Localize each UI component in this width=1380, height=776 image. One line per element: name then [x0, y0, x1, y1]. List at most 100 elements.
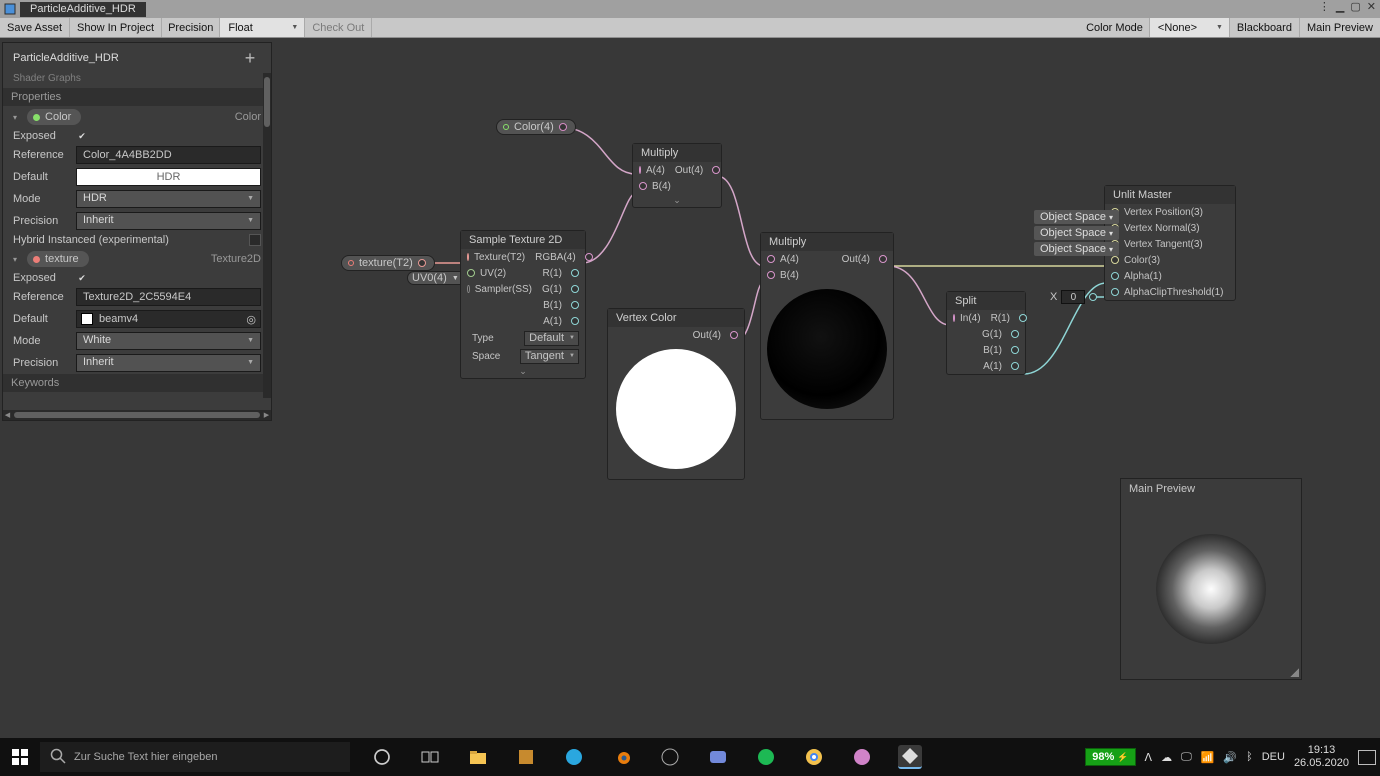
scrollbar-thumb[interactable] [14, 412, 260, 418]
property-chip[interactable]: texture [27, 251, 89, 267]
chrome-icon[interactable] [802, 745, 826, 769]
expand-icon[interactable]: ⌄ [633, 194, 721, 207]
object-space-dropdown[interactable]: Object Space [1034, 210, 1119, 224]
color-property-node[interactable]: Color(4) [496, 119, 576, 135]
window-close-icon[interactable]: ✕ [1367, 0, 1376, 13]
multiply-node-2[interactable]: Multiply A(4)Out(4) B(4) [760, 232, 894, 420]
hybrid-checkbox[interactable] [249, 234, 261, 246]
monitor-icon[interactable]: 🖵 [1181, 751, 1192, 764]
output-port[interactable] [1011, 330, 1019, 338]
blender-icon[interactable] [610, 745, 634, 769]
window-minimize-icon[interactable]: ▁ [1336, 0, 1344, 13]
object-space-dropdown[interactable]: Object Space [1034, 226, 1119, 240]
exposed-checkbox[interactable]: ✔ [76, 130, 88, 142]
color-mode-dropdown[interactable]: <None> [1149, 18, 1229, 37]
input-port[interactable] [767, 255, 775, 263]
graph-workspace[interactable]: ParticleAdditive_HDR + Shader Graphs Pro… [0, 38, 1380, 738]
output-port[interactable] [1089, 293, 1097, 301]
panel-horizontal-scrollbar[interactable]: ◀ ▶ [3, 410, 271, 420]
mode-select[interactable]: HDR [76, 190, 261, 208]
skype-icon[interactable] [562, 745, 586, 769]
input-port[interactable] [1111, 256, 1119, 264]
sample-texture-node[interactable]: Sample Texture 2D Texture(T2)RGBA(4) UV(… [460, 230, 586, 379]
unity-icon[interactable] [898, 745, 922, 769]
window-title-tab[interactable]: ParticleAdditive_HDR [20, 2, 146, 17]
volume-icon[interactable]: 🔊 [1223, 751, 1237, 764]
cortana-icon[interactable] [370, 745, 394, 769]
window-menu-icon[interactable]: ⋮ [1319, 0, 1330, 13]
scroll-left-icon[interactable]: ◀ [3, 411, 12, 419]
tray-chevron-icon[interactable]: ᐱ [1145, 751, 1153, 764]
main-preview-toggle-button[interactable]: Main Preview [1300, 18, 1380, 37]
float-value-input[interactable] [1061, 290, 1085, 304]
spotify-icon[interactable] [754, 745, 778, 769]
discord-icon[interactable] [706, 745, 730, 769]
output-port[interactable] [1011, 362, 1019, 370]
precision-dropdown[interactable]: Float [220, 18, 305, 37]
output-port[interactable] [571, 317, 579, 325]
output-port[interactable] [1019, 314, 1027, 322]
input-port[interactable] [1111, 272, 1119, 280]
reference-input[interactable] [76, 146, 261, 164]
object-picker-icon[interactable]: ◎ [246, 313, 256, 326]
unlit-master-node[interactable]: Unlit Master Vertex Position(3) Vertex N… [1104, 185, 1236, 301]
space-dropdown[interactable]: Tangent [520, 349, 579, 364]
output-port[interactable] [418, 259, 426, 267]
exposed-checkbox[interactable]: ✔ [76, 272, 88, 284]
output-port[interactable] [1011, 346, 1019, 354]
texture-property-node[interactable]: texture(T2) [341, 255, 435, 271]
window-maximize-icon[interactable]: ▢ [1350, 0, 1360, 13]
main-preview-window[interactable]: Main Preview [1120, 478, 1302, 680]
battery-indicator[interactable]: 98%⚡ [1085, 748, 1135, 766]
input-port[interactable] [767, 271, 775, 279]
input-port[interactable] [467, 269, 475, 277]
vertex-color-node[interactable]: Vertex Color Out(4) [607, 308, 745, 480]
panel-vertical-scrollbar[interactable] [263, 73, 271, 398]
show-in-project-button[interactable]: Show In Project [70, 18, 162, 37]
app-icon-generic[interactable] [850, 745, 874, 769]
collapse-icon[interactable]: ▾ [13, 113, 17, 122]
output-port[interactable] [730, 331, 738, 339]
network-icon[interactable]: 📶 [1201, 751, 1215, 764]
resize-handle-icon[interactable] [1290, 668, 1299, 677]
float-inline-field[interactable]: X [1050, 290, 1097, 304]
input-port[interactable] [1111, 288, 1119, 296]
default-color-swatch[interactable]: HDR [76, 168, 261, 186]
taskbar-search[interactable]: Zur Suche Text hier eingeben [40, 742, 350, 772]
output-port[interactable] [879, 255, 887, 263]
split-node[interactable]: Split In(4)R(1) G(1) B(1) A(1) [946, 291, 1026, 375]
expand-icon[interactable]: ⌄ [461, 365, 585, 378]
save-asset-button[interactable]: Save Asset [0, 18, 70, 37]
scrollbar-thumb[interactable] [264, 77, 270, 127]
reference-input[interactable] [76, 288, 261, 306]
input-port[interactable] [639, 182, 647, 190]
app-icon-generic[interactable] [514, 745, 538, 769]
language-indicator[interactable]: DEU [1262, 751, 1285, 763]
collapse-icon[interactable]: ▾ [13, 255, 17, 264]
property-item-texture[interactable]: ▾ texture Texture2D [3, 248, 271, 270]
scroll-right-icon[interactable]: ▶ [262, 411, 271, 419]
precision-select[interactable]: Inherit [76, 354, 261, 372]
output-port[interactable] [571, 269, 579, 277]
bluetooth-icon[interactable]: ᛒ [1246, 751, 1253, 763]
graph-canvas[interactable]: Color(4) texture(T2) UV0(4) ▼ Multiply A… [274, 38, 1380, 738]
default-texture-field[interactable]: beamv4 ◎ [76, 310, 261, 328]
taskbar-clock[interactable]: 19:13 26.05.2020 [1294, 744, 1349, 770]
property-chip[interactable]: Color [27, 109, 81, 125]
multiply-node-1[interactable]: Multiply A(4) Out(4) B(4) ⌄ [632, 143, 722, 208]
start-button[interactable] [0, 738, 40, 776]
action-center-icon[interactable] [1358, 750, 1376, 765]
output-port[interactable] [571, 285, 579, 293]
output-port[interactable] [571, 301, 579, 309]
output-port[interactable] [559, 123, 567, 131]
blackboard-toggle-button[interactable]: Blackboard [1229, 18, 1300, 37]
type-dropdown[interactable]: Default [524, 331, 579, 346]
output-port[interactable] [712, 166, 720, 174]
add-property-button[interactable]: + [239, 47, 261, 69]
precision-select[interactable]: Inherit [76, 212, 261, 230]
output-port[interactable] [585, 253, 593, 261]
main-preview-viewport[interactable] [1121, 499, 1301, 679]
onedrive-icon[interactable]: ☁︎ [1161, 751, 1172, 764]
unreal-icon[interactable] [658, 745, 682, 769]
mode-select[interactable]: White [76, 332, 261, 350]
